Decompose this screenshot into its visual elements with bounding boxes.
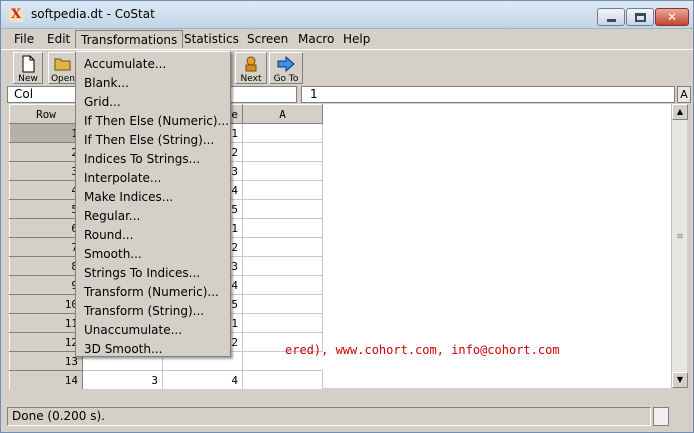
- menu-bar: File Edit Transformations Statistics Scr…: [1, 29, 693, 49]
- horizontal-scrollbar-area: [9, 389, 671, 405]
- cell[interactable]: [242, 180, 323, 200]
- menu-statistics[interactable]: Statistics: [184, 32, 239, 46]
- row-number[interactable]: 4: [9, 180, 83, 200]
- open-button-label: Open: [50, 74, 76, 84]
- vertical-scrollbar[interactable]: ▲ ≡ ▼: [671, 104, 688, 388]
- row-number[interactable]: 10: [9, 294, 83, 314]
- costat-app-icon[interactable]: X: [9, 8, 23, 22]
- new-button[interactable]: New: [13, 52, 43, 84]
- table-row: 14 3 4: [9, 370, 323, 390]
- status-box: [653, 407, 669, 426]
- menu-item-round[interactable]: Round...: [76, 226, 230, 245]
- menu-transformations[interactable]: Transformations: [75, 30, 184, 48]
- title-bar[interactable]: X softpedia.dt - CoStat ✕: [1, 1, 693, 29]
- cell[interactable]: [242, 199, 323, 219]
- minimize-button[interactable]: [597, 8, 625, 26]
- cell[interactable]: [242, 370, 323, 390]
- cell[interactable]: [242, 161, 323, 181]
- a-button[interactable]: A: [677, 86, 691, 103]
- goto-button-label: Go To: [273, 74, 299, 84]
- row-number[interactable]: 1: [9, 123, 83, 143]
- open-button[interactable]: Open: [48, 52, 78, 84]
- row-header-title[interactable]: Row: [9, 104, 83, 124]
- menu-item-indices-to-strings[interactable]: Indices To Strings...: [76, 150, 230, 169]
- cell[interactable]: [242, 123, 323, 143]
- maximize-icon: [635, 13, 646, 22]
- row-number[interactable]: 6: [9, 218, 83, 238]
- menu-item-if-then-else-string[interactable]: If Then Else (String)...: [76, 131, 230, 150]
- menu-item-strings-to-indices[interactable]: Strings To Indices...: [76, 264, 230, 283]
- menu-file[interactable]: File: [14, 32, 34, 46]
- cell[interactable]: 4: [162, 370, 243, 390]
- goto-button[interactable]: Go To: [269, 52, 303, 84]
- resize-grip[interactable]: [673, 407, 687, 426]
- new-button-label: New: [18, 74, 38, 84]
- new-document-icon: [22, 55, 35, 73]
- row-number[interactable]: 8: [9, 256, 83, 276]
- scroll-thumb-grip-icon[interactable]: ≡: [672, 232, 688, 244]
- scroll-up-icon[interactable]: ▲: [672, 104, 688, 120]
- info-message: ered), www.cohort.com, info@cohort.com: [285, 343, 560, 357]
- menu-item-accumulate[interactable]: Accumulate...: [76, 55, 230, 74]
- menu-item-unaccumulate[interactable]: Unaccumulate...: [76, 321, 230, 340]
- menu-item-regular[interactable]: Regular...: [76, 207, 230, 226]
- menu-macro[interactable]: Macro: [298, 32, 334, 46]
- scroll-down-icon[interactable]: ▼: [672, 372, 688, 388]
- menu-item-transform-string[interactable]: Transform (String)...: [76, 302, 230, 321]
- cell[interactable]: [242, 256, 323, 276]
- cell[interactable]: [242, 294, 323, 314]
- row-number[interactable]: 14: [9, 370, 83, 390]
- status-bar: Done (0.200 s).: [7, 407, 651, 426]
- cell-value-field[interactable]: 1: [301, 86, 675, 103]
- minimize-icon: [607, 19, 616, 22]
- row-number[interactable]: 3: [9, 161, 83, 181]
- open-folder-icon: [54, 58, 71, 71]
- row-number[interactable]: 2: [9, 142, 83, 162]
- row-number[interactable]: 12: [9, 332, 83, 352]
- row-number[interactable]: 5: [9, 199, 83, 219]
- row-number[interactable]: 11: [9, 313, 83, 333]
- row-number[interactable]: 7: [9, 237, 83, 257]
- menu-item-smooth[interactable]: Smooth...: [76, 245, 230, 264]
- close-icon: ✕: [666, 10, 678, 24]
- menu-edit[interactable]: Edit: [47, 32, 70, 46]
- cell[interactable]: [242, 218, 323, 238]
- arrow-right-icon: [277, 55, 295, 73]
- menu-item-3d-smooth[interactable]: 3D Smooth...: [76, 340, 230, 359]
- menu-item-interpolate[interactable]: Interpolate...: [76, 169, 230, 188]
- menu-help[interactable]: Help: [343, 32, 370, 46]
- menu-item-grid[interactable]: Grid...: [76, 93, 230, 112]
- close-button[interactable]: ✕: [655, 8, 689, 26]
- app-window: X softpedia.dt - CoStat ✕ File Edit Tran…: [0, 0, 694, 433]
- menu-item-blank[interactable]: Blank...: [76, 74, 230, 93]
- next-icon: [245, 56, 257, 72]
- next-button-label: Next: [240, 74, 262, 84]
- next-button[interactable]: Next: [235, 52, 267, 84]
- menu-screen[interactable]: Screen: [247, 32, 288, 46]
- cell[interactable]: [242, 237, 323, 257]
- menu-item-transform-numeric[interactable]: Transform (Numeric)...: [76, 283, 230, 302]
- transformations-menu: Accumulate... Blank... Grid... If Then E…: [75, 51, 231, 357]
- row-number[interactable]: 9: [9, 275, 83, 295]
- window-title: softpedia.dt - CoStat: [31, 7, 155, 21]
- menu-item-if-then-else-numeric[interactable]: If Then Else (Numeric)...: [76, 112, 230, 131]
- cell[interactable]: [242, 313, 323, 333]
- cell[interactable]: 3: [82, 370, 163, 390]
- column-header-a[interactable]: A: [242, 104, 323, 124]
- row-number[interactable]: 13: [9, 351, 83, 371]
- cell[interactable]: [242, 275, 323, 295]
- maximize-button[interactable]: [626, 8, 654, 26]
- menu-item-make-indices[interactable]: Make Indices...: [76, 188, 230, 207]
- cell[interactable]: [242, 142, 323, 162]
